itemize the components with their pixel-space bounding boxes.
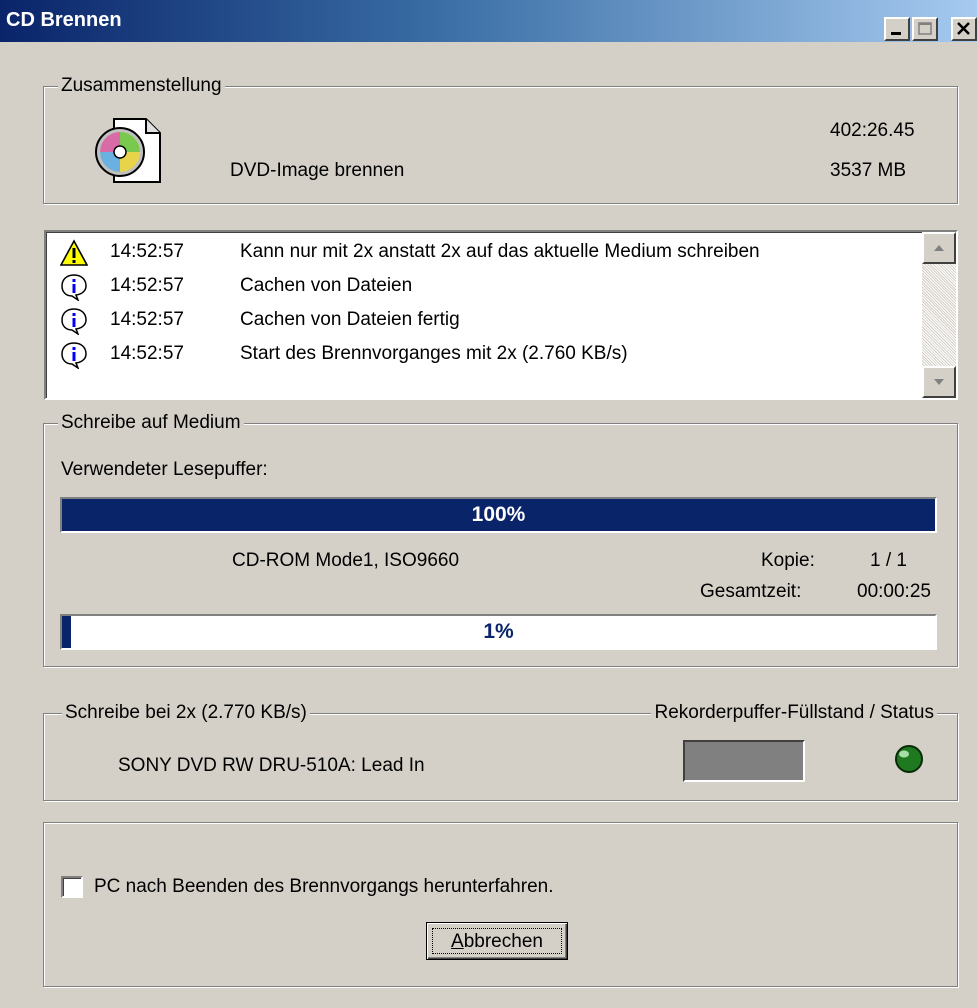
drive-status: SONY DVD RW DRU-510A: Lead In bbox=[118, 755, 425, 776]
shutdown-checkbox[interactable] bbox=[61, 876, 83, 898]
copy-value: 1 / 1 bbox=[870, 550, 907, 571]
scroll-up-button[interactable] bbox=[922, 232, 956, 264]
window-title: CD Brennen bbox=[6, 9, 122, 31]
maximize-button[interactable] bbox=[912, 17, 938, 41]
write-progress-bar: 1% bbox=[60, 614, 937, 650]
arrow-down-icon bbox=[934, 379, 944, 385]
close-button[interactable] bbox=[951, 17, 977, 41]
log-scrollbar[interactable] bbox=[922, 232, 956, 398]
writing-legend: Schreibe auf Medium bbox=[58, 412, 244, 434]
log-list[interactable]: 14:52:57 Kann nur mit 2x anstatt 2x auf … bbox=[44, 230, 958, 400]
disc-image-icon bbox=[95, 118, 161, 183]
buffer-progress-bar: 100% bbox=[60, 497, 937, 533]
compilation-group: Zusammenstellung bbox=[43, 75, 958, 204]
buffer-label: Verwendeter Lesepuffer: bbox=[61, 459, 268, 480]
recorder-buffer-legend: Rekorderpuffer-Füllstand / Status bbox=[651, 702, 937, 724]
status-led-icon bbox=[895, 745, 923, 773]
compilation-action: DVD-Image brennen bbox=[230, 160, 405, 181]
log-message: Cachen von Dateien fertig bbox=[240, 309, 460, 330]
total-time-value: 00:00:25 bbox=[857, 581, 931, 602]
log-time: 14:52:57 bbox=[110, 309, 184, 330]
compilation-legend: Zusammenstellung bbox=[58, 75, 225, 97]
arrow-up-icon bbox=[934, 245, 944, 251]
log-time: 14:52:57 bbox=[110, 275, 184, 296]
close-icon bbox=[957, 22, 970, 35]
total-time-label: Gesamtzeit: bbox=[700, 581, 802, 602]
log-time: 14:52:57 bbox=[110, 343, 184, 364]
cancel-button[interactable]: Abbrechen bbox=[426, 922, 568, 960]
scroll-down-button[interactable] bbox=[922, 366, 956, 398]
info-icon bbox=[61, 308, 87, 335]
burn-dialog-window: CD Brennen Zusammenstellung DVD-Image br… bbox=[0, 0, 977, 1008]
maximize-icon bbox=[918, 22, 932, 35]
warning-icon bbox=[60, 239, 88, 266]
buffer-progress-label: 100% bbox=[471, 503, 526, 526]
log-message: Kann nur mit 2x anstatt 2x auf das aktue… bbox=[240, 241, 760, 262]
shutdown-label[interactable]: PC nach Beenden des Brennvorgangs herunt… bbox=[94, 876, 553, 898]
recorder-speed-legend: Schreibe bei 2x (2.770 KB/s) bbox=[62, 702, 310, 724]
minimize-button[interactable] bbox=[884, 17, 910, 41]
log-time: 14:52:57 bbox=[110, 241, 184, 262]
log-message: Start des Brennvorganges mit 2x (2.760 K… bbox=[240, 343, 628, 364]
format-label: CD-ROM Mode1, ISO9660 bbox=[232, 550, 460, 571]
recorder-buffer-meter bbox=[683, 740, 805, 782]
write-progress-label: 1% bbox=[483, 620, 514, 643]
compilation-size: 3537 MB bbox=[830, 160, 907, 181]
title-bar[interactable]: CD Brennen bbox=[0, 0, 977, 42]
info-icon bbox=[61, 274, 87, 301]
cancel-button-label: Abbrechen bbox=[432, 928, 562, 954]
copy-label: Kopie: bbox=[761, 550, 815, 571]
options-group bbox=[43, 822, 958, 987]
info-icon bbox=[61, 342, 87, 369]
log-message: Cachen von Dateien bbox=[240, 275, 413, 296]
minimize-icon bbox=[891, 32, 901, 35]
compilation-duration: 402:26.45 bbox=[830, 120, 915, 141]
